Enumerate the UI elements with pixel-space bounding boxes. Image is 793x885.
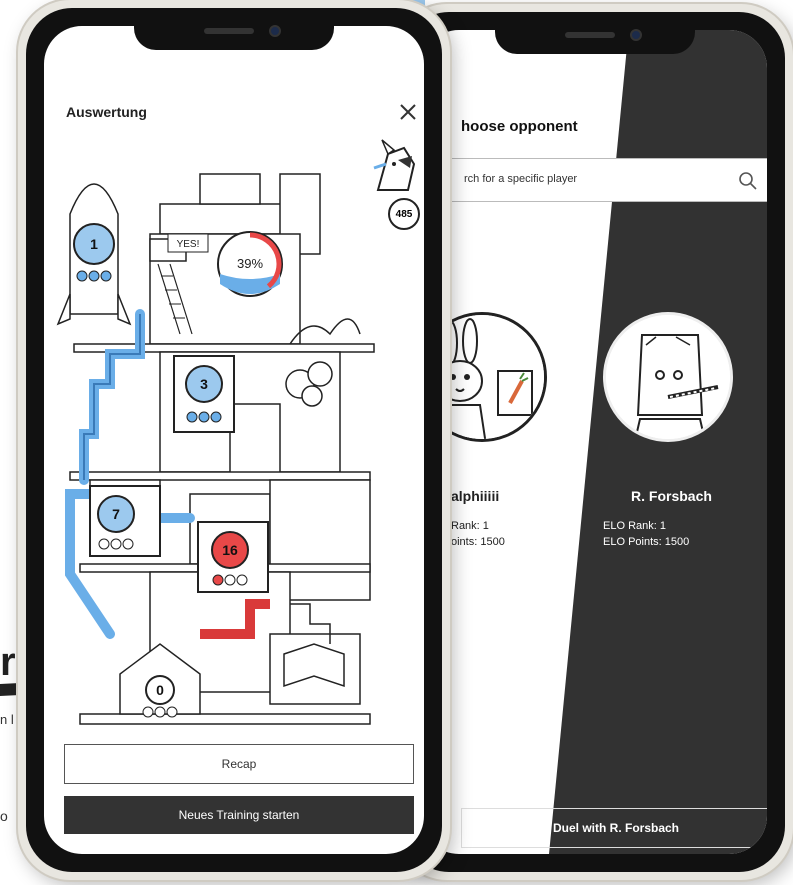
progress-gauge: 39%: [217, 231, 283, 297]
camera-icon: [269, 25, 281, 37]
phone-front: Auswertung 485 1 39% YES! 3 7 16 0 Recap…: [18, 0, 450, 880]
node-label-16: 16: [222, 542, 238, 558]
dark-panel: [549, 30, 767, 854]
page-title: Auswertung: [66, 104, 147, 120]
node-label-7: 7: [112, 506, 120, 522]
player-name-2[interactable]: R. Forsbach: [631, 488, 712, 504]
phone-bezel: Auswertung 485 1 39% YES! 3 7 16 0 Recap…: [26, 8, 442, 872]
player-elo-points-2: ELO Points: 1500: [603, 536, 690, 548]
score-badge: 485: [388, 198, 420, 230]
progress-percent-label: 39%: [237, 256, 263, 271]
phone-notch: [495, 20, 695, 54]
background-text-fragment-1: n l: [0, 712, 14, 727]
speaker-grille: [204, 28, 254, 34]
phone-bezel: hoose opponent rch for a specific player: [403, 12, 785, 872]
speaker-grille: [565, 32, 615, 38]
node-label-1: 1: [90, 236, 98, 252]
training-progress-illustration: 1 39% YES! 3 7 16 0: [56, 173, 375, 725]
camera-icon: [630, 29, 642, 41]
recap-button[interactable]: Recap: [64, 744, 414, 784]
player-avatar-r-forsbach[interactable]: [603, 312, 733, 442]
page-title: hoose opponent: [461, 118, 578, 135]
player-name-1[interactable]: alphiiiii: [451, 488, 499, 504]
player-elo-rank-1: Rank: 1: [451, 520, 489, 532]
yes-sign-text: YES!: [177, 239, 200, 250]
search-input[interactable]: rch for a specific player: [451, 158, 767, 202]
choose-opponent-screen: hoose opponent rch for a specific player: [421, 30, 767, 854]
phone-back: hoose opponent rch for a specific player: [395, 4, 793, 880]
player-elo-rank-2: ELO Rank: 1: [603, 520, 666, 532]
player-elo-points-1: oints: 1500: [451, 536, 505, 548]
background-text-fragment-2: o: [0, 808, 8, 824]
node-label-3: 3: [200, 376, 208, 392]
node-label-0: 0: [156, 682, 164, 698]
close-icon[interactable]: [398, 102, 418, 122]
paper-bag-avatar-icon: [606, 315, 730, 439]
search-icon[interactable]: [738, 171, 758, 191]
search-placeholder: rch for a specific player: [464, 173, 578, 185]
evaluation-screen: Auswertung 485 1 39% YES! 3 7 16 0 Recap…: [44, 26, 424, 854]
phone-notch: [134, 16, 334, 50]
start-training-button[interactable]: Neues Training starten: [64, 796, 414, 834]
duel-button[interactable]: Duel with R. Forsbach: [461, 808, 767, 848]
